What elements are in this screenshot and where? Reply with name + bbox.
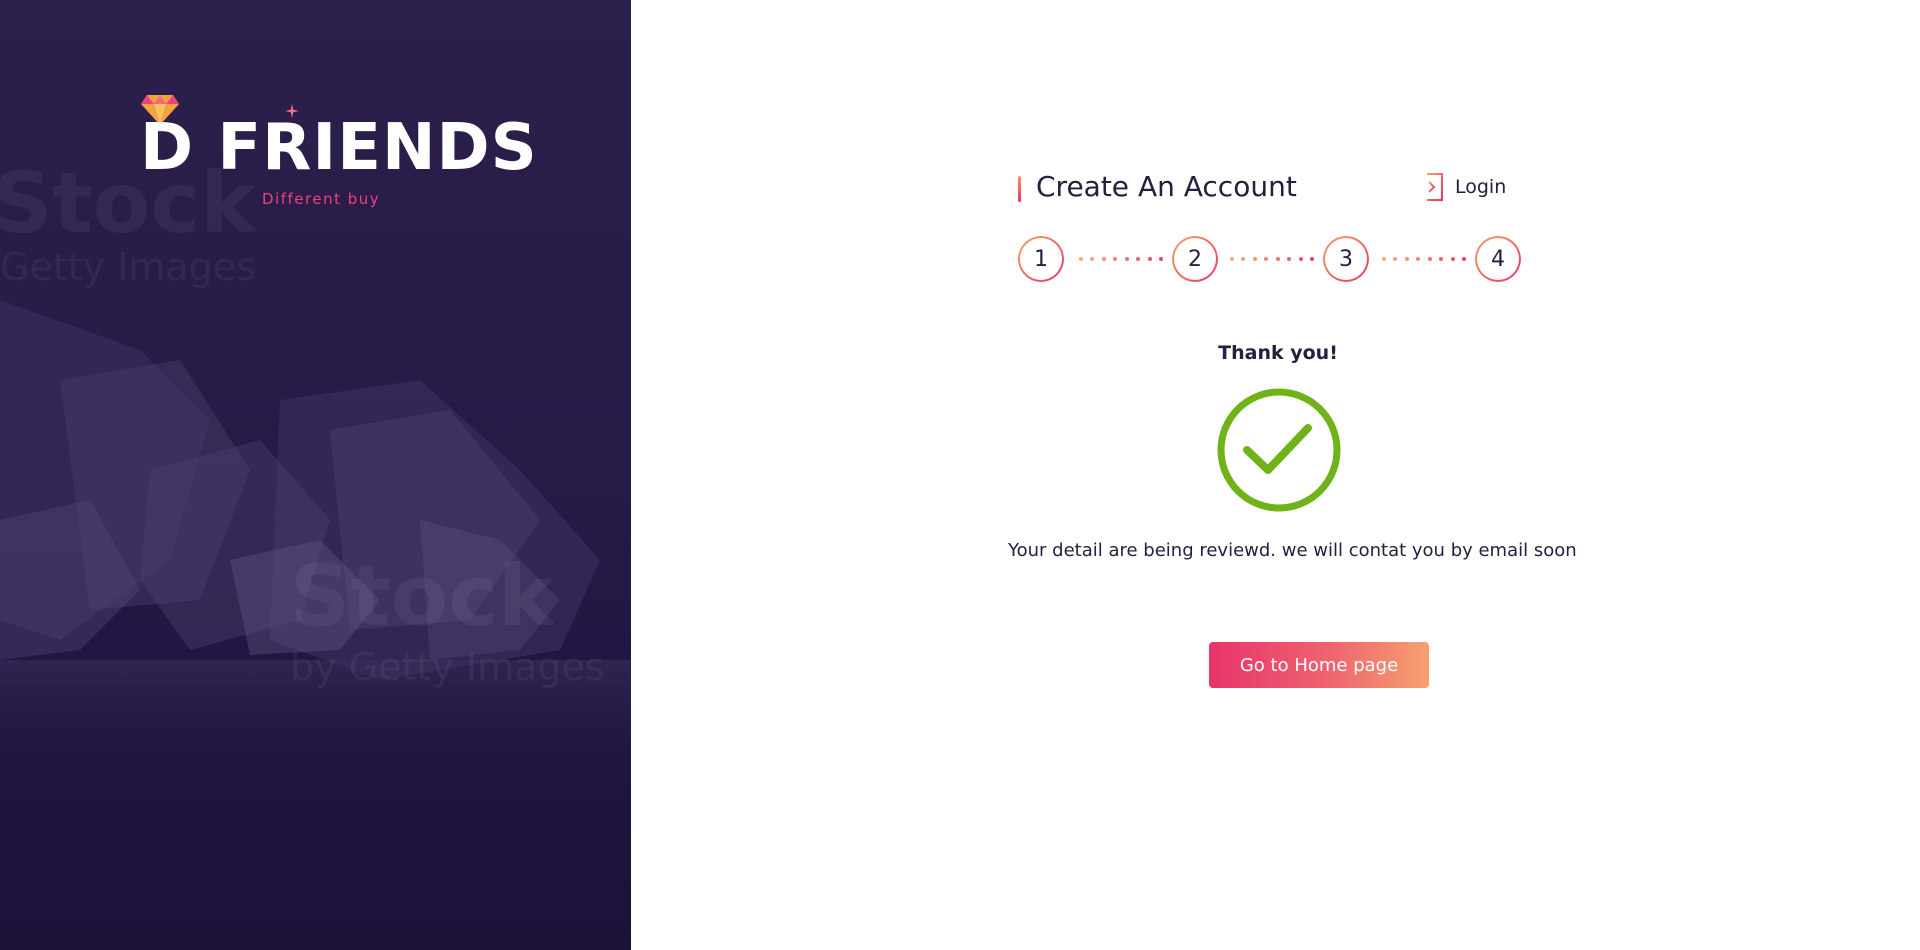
step-number: 2 [1188,246,1202,272]
step-connector [1230,257,1314,263]
step-number: 3 [1339,246,1353,272]
go-home-button[interactable]: Go to Home page [1209,642,1429,688]
step-2[interactable]: 2 [1172,236,1218,282]
signup-stepper: 1 2 3 4 [1018,236,1528,286]
svg-text:Stock: Stock [290,547,556,645]
svg-text:Getty Images: Getty Images [0,245,256,289]
step-4[interactable]: 4 [1475,236,1521,282]
login-label: Login [1455,176,1507,198]
brand-logo[interactable]: D FRIENDS Different buy [140,94,537,214]
step-number: 1 [1034,246,1048,272]
signup-panel: Create An Account Login 1 2 3 4 Thank yo… [631,0,1920,950]
login-link[interactable]: Login [1417,172,1506,202]
brand-tagline: Different buy [262,190,381,208]
check-circle-icon [1217,388,1341,512]
brand-panel: Stock Getty Images Stock by Getty Images… [0,0,631,950]
step-number: 4 [1491,246,1505,272]
page-title: Create An Account [1036,170,1297,203]
thank-you-heading: Thank you! [1218,342,1338,364]
form-header: Create An Account Login [1018,168,1538,208]
review-message: Your detail are being reviewd. we will c… [1008,540,1577,561]
svg-text:by Getty Images: by Getty Images [290,645,605,689]
title-accent-bar [1018,176,1021,202]
login-icon [1418,173,1443,201]
brand-name: D FRIENDS [140,111,538,185]
step-1[interactable]: 1 [1018,236,1064,282]
step-connector [1382,257,1466,263]
step-3[interactable]: 3 [1323,236,1369,282]
step-connector [1079,257,1163,263]
